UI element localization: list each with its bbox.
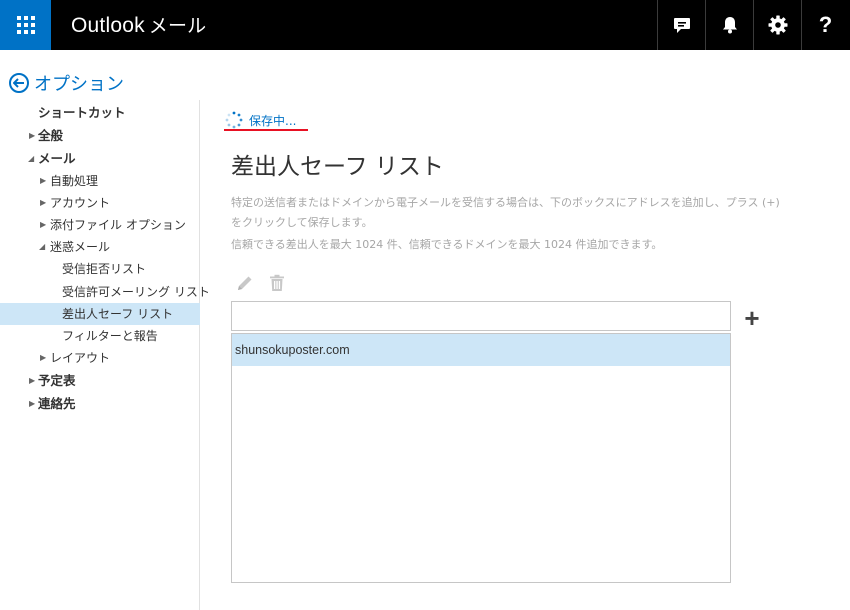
safe-senders-list[interactable]: shunsokuposter.com [231, 333, 731, 583]
nav-item-label: 迷惑メール [50, 240, 111, 254]
nav-item-attachment-options[interactable]: ▶ 添付ファイル オプション [0, 214, 200, 236]
nav-item-junk-email[interactable]: ◢ 迷惑メール [0, 236, 200, 258]
chat-icon [673, 17, 690, 33]
nav-item-safe-mailing-lists[interactable]: 受信許可メーリング リスト [0, 281, 210, 303]
add-button[interactable]: + [740, 303, 764, 333]
saving-status: 保存中... [225, 110, 296, 130]
safe-sender-input[interactable] [231, 301, 731, 331]
nav-item-label: 予定表 [38, 373, 76, 388]
nav-item-label: 自動処理 [50, 174, 99, 188]
notifications-button[interactable] [705, 0, 753, 50]
caret-right-icon: ▶ [29, 131, 36, 140]
trash-icon [270, 274, 284, 291]
back-arrow-icon [9, 73, 29, 93]
app-title[interactable]: Outlook メール [71, 11, 206, 38]
pencil-icon [238, 276, 252, 290]
nav-item-label: アカウント [50, 196, 111, 210]
saving-status-label: 保存中... [249, 113, 297, 128]
top-bar: Outlook メール ? [0, 0, 850, 50]
chat-button[interactable] [657, 0, 705, 50]
help-icon: ? [818, 12, 833, 37]
nav-item-label: 差出人セーフ リスト [62, 307, 174, 321]
nav-item-shortcuts[interactable]: ショートカット [0, 102, 200, 124]
delete-button[interactable] [269, 274, 285, 292]
loading-spinner-icon [225, 111, 243, 129]
nav-item-label: 受信拒否リスト [62, 262, 147, 276]
app-name: メール [148, 15, 207, 37]
nav-item-label: メール [38, 151, 76, 166]
settings-button[interactable] [753, 0, 801, 50]
page-title: 差出人セーフ リスト [231, 154, 444, 180]
nav-item-label: 全般 [38, 128, 64, 143]
nav-item-label: 添付ファイル オプション [50, 218, 186, 232]
bell-icon [722, 17, 737, 34]
caret-down-icon: ◢ [39, 242, 46, 251]
back-to-options-link[interactable]: オプション [9, 70, 124, 96]
nav-item-label: 受信許可メーリング リスト [62, 285, 210, 299]
nav-item-accounts[interactable]: ▶ アカウント [0, 192, 200, 214]
back-link-label: オプション [34, 74, 124, 95]
waffle-icon [16, 16, 35, 34]
plus-icon: + [744, 303, 760, 333]
status-underline [224, 129, 308, 131]
nav-item-label: 連絡先 [38, 396, 76, 411]
app-launcher-button[interactable] [0, 0, 51, 50]
options-navigation: ショートカット ▶ 全般 ◢ メール ▶ 自動処理 ▶ アカウント ▶ 添付ファ… [0, 100, 210, 610]
nav-item-mail[interactable]: ◢ メール [0, 148, 200, 170]
nav-item-people[interactable]: ▶ 連絡先 [0, 393, 200, 415]
gear-icon [768, 15, 787, 35]
nav-item-layout[interactable]: ▶ レイアウト [0, 347, 200, 369]
description-line: 特定の送信者またはドメインから電子メールを受信する場合は、下のボックスにアドレス… [231, 196, 780, 209]
edit-button[interactable] [236, 274, 254, 292]
nav-item-safe-senders[interactable]: 差出人セーフ リスト [0, 303, 200, 325]
caret-right-icon: ▶ [40, 220, 47, 229]
nav-item-automatic-processing[interactable]: ▶ 自動処理 [0, 170, 200, 192]
nav-item-calendar[interactable]: ▶ 予定表 [0, 370, 200, 392]
nav-item-label: フィルターと報告 [62, 329, 158, 343]
brand-name: Outlook [71, 14, 145, 37]
caret-right-icon: ▶ [40, 176, 47, 185]
nav-item-label: ショートカット [38, 105, 126, 120]
nav-item-label: レイアウト [50, 351, 111, 365]
list-item[interactable]: shunsokuposter.com [232, 334, 730, 366]
caret-right-icon: ▶ [40, 198, 47, 207]
caret-down-icon: ◢ [28, 154, 35, 163]
nav-item-blocked-senders[interactable]: 受信拒否リスト [0, 258, 200, 280]
caret-right-icon: ▶ [40, 353, 47, 362]
help-button[interactable]: ? [801, 0, 849, 50]
description-line: 信頼できる差出人を最大 1024 件、信頼できるドメインを最大 1024 件追加… [231, 238, 663, 251]
caret-right-icon: ▶ [29, 399, 36, 408]
nav-item-filters-and-reporting[interactable]: フィルターと報告 [0, 325, 200, 347]
nav-item-general[interactable]: ▶ 全般 [0, 125, 200, 147]
description-line: をクリックして保存します。 [231, 216, 373, 229]
caret-right-icon: ▶ [29, 376, 36, 385]
